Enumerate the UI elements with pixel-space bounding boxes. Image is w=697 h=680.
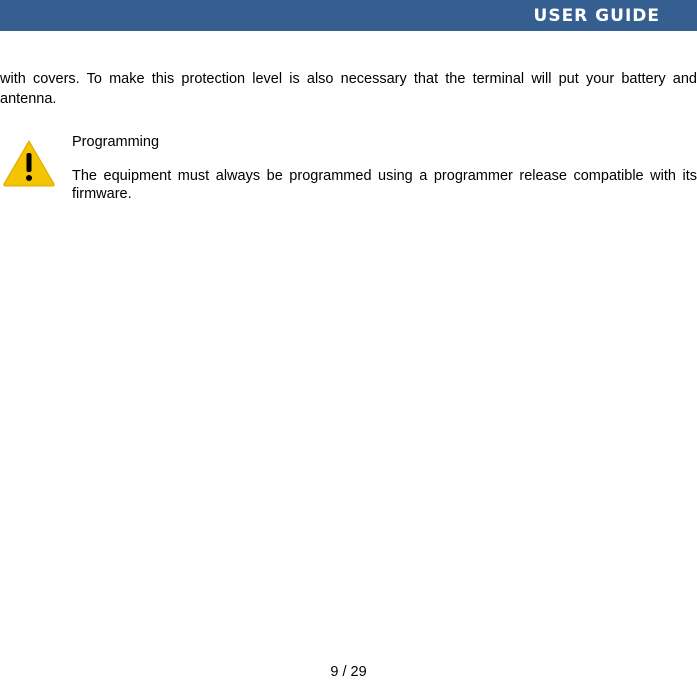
warning-triangle-icon [3, 140, 55, 187]
header-bar: USER GUIDE [0, 0, 697, 31]
warning-title: Programming [72, 134, 160, 150]
page-number: 9 / 29 [330, 664, 367, 680]
warning-text: The equipment must always be programmed … [72, 168, 697, 202]
header-title: USER GUIDE [533, 6, 660, 26]
body-paragraph: with covers. To make this protection lev… [0, 71, 697, 107]
